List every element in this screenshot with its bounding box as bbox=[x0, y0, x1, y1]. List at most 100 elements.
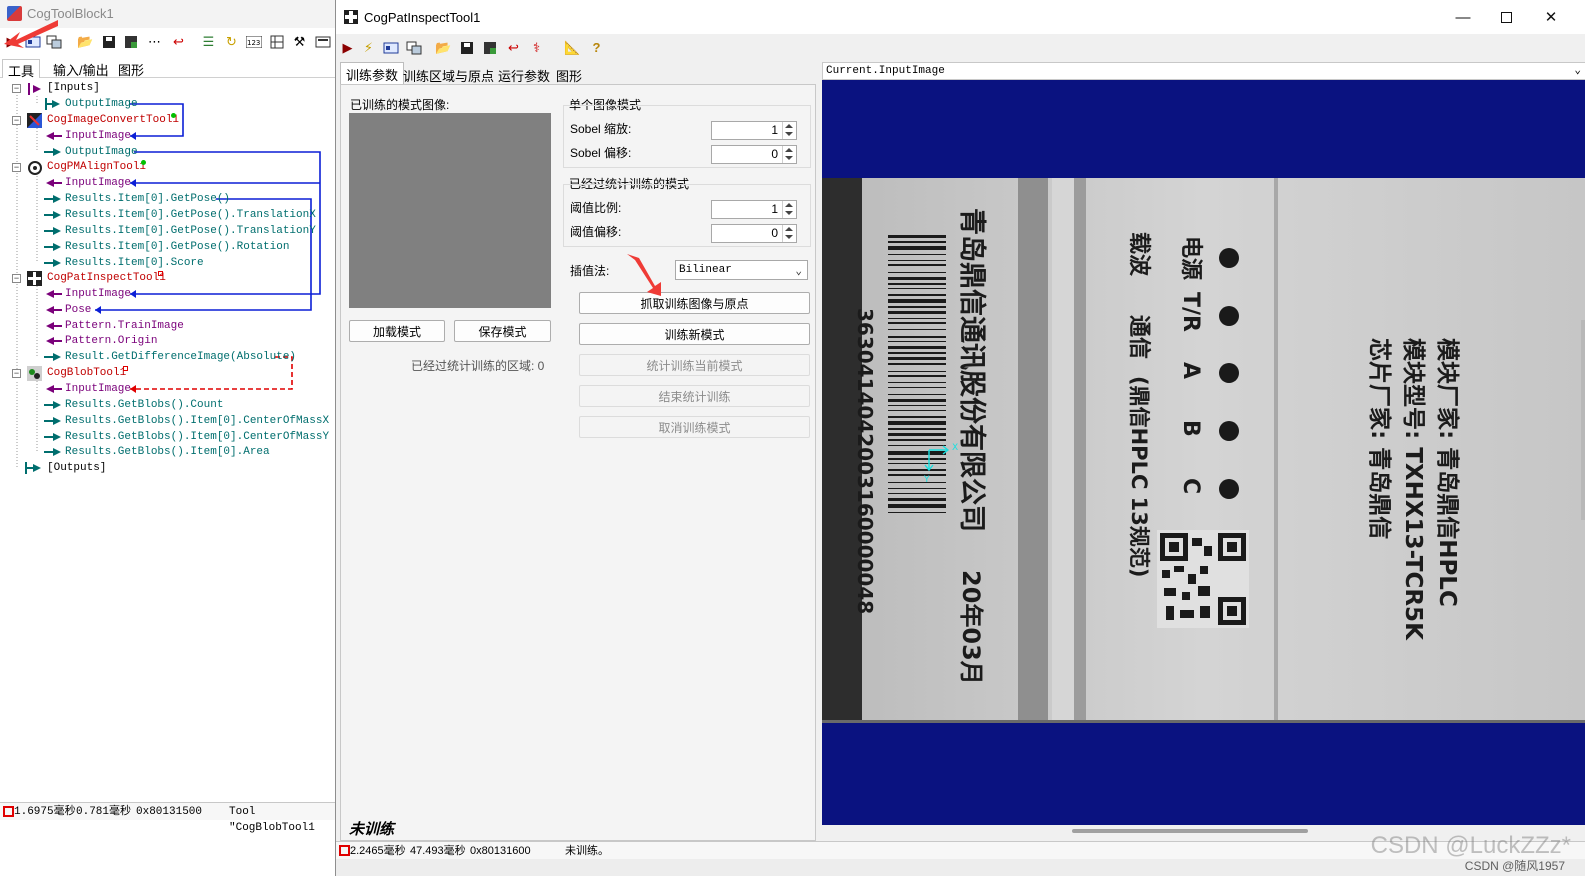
barcode-bar bbox=[888, 299, 946, 303]
save-pattern-button[interactable]: 保存模式 bbox=[454, 320, 551, 342]
horizontal-scrollbar[interactable] bbox=[1072, 829, 1308, 833]
tool-status-dot bbox=[141, 160, 146, 165]
image-display[interactable]: 青岛鼎信通讯股份有限公司 20年03月 36304140420031600000… bbox=[822, 80, 1585, 825]
reset-icon[interactable]: ↩ bbox=[170, 33, 187, 50]
node-blob-input-image[interactable]: InputImage bbox=[65, 382, 131, 397]
node-inputs[interactable]: [Inputs] bbox=[47, 81, 100, 96]
status-tool-time: 47.493毫秒 bbox=[410, 845, 466, 857]
run-icon[interactable]: ▶ bbox=[339, 39, 356, 56]
save-icon[interactable] bbox=[458, 39, 475, 56]
image-display-icon[interactable] bbox=[382, 39, 399, 56]
grid-icon[interactable] bbox=[268, 33, 285, 50]
close-button[interactable]: ✕ bbox=[1536, 6, 1566, 28]
node-pmalign-result-score[interactable]: Results.Item[0].Score bbox=[65, 256, 204, 271]
node-pmalign-tool[interactable]: CogPMAlignTool1 bbox=[47, 160, 146, 175]
wand-icon[interactable]: ⚕ bbox=[528, 39, 545, 56]
node-pmalign-result-rotation[interactable]: Results.Item[0].GetPose().Rotation bbox=[65, 240, 289, 255]
open-folder-icon[interactable]: 📂 bbox=[435, 39, 452, 56]
node-blob-com-y[interactable]: Results.GetBlobs().Item[0].CenterOfMassY bbox=[65, 430, 329, 445]
save-icon[interactable] bbox=[100, 33, 117, 50]
dots-icon[interactable]: ⋯ bbox=[146, 33, 163, 50]
threshold-offset-spinner[interactable]: 0 bbox=[711, 224, 797, 243]
display-mode-icon[interactable] bbox=[314, 33, 331, 50]
node-convert-input-image[interactable]: InputImage bbox=[65, 129, 131, 144]
train-new-pattern-button[interactable]: 训练新模式 bbox=[579, 323, 810, 345]
node-patinspect-pose[interactable]: Pose bbox=[65, 303, 91, 318]
spinner-arrows-icon[interactable] bbox=[782, 146, 796, 163]
node-pmalign-result-pose[interactable]: Results.Item[0].GetPose() bbox=[65, 192, 230, 207]
number-icon[interactable]: 123 bbox=[245, 33, 262, 50]
node-patinspect-tool[interactable]: CogPatInspectTool1 bbox=[47, 271, 166, 286]
spinner-arrows-icon[interactable] bbox=[782, 225, 796, 242]
image-tr-text: T/R bbox=[1178, 292, 1203, 332]
barcode-bar bbox=[888, 346, 946, 349]
interpolation-select[interactable]: Bilinear ⌄ bbox=[675, 260, 808, 280]
tab-tools[interactable]: 工具 bbox=[2, 59, 41, 79]
spinner-arrows-icon[interactable] bbox=[782, 201, 796, 218]
tools-icon[interactable]: ⚒ bbox=[291, 33, 308, 50]
save-settings-icon[interactable] bbox=[481, 39, 498, 56]
expander-inputs[interactable]: − bbox=[12, 84, 21, 93]
tab-graphics[interactable]: 图形 bbox=[113, 59, 149, 78]
patinspect-title-bar[interactable]: CogPatInspectTool1 — ✕ bbox=[336, 0, 1585, 34]
status-error-icon bbox=[339, 845, 350, 856]
node-inputs-output-image[interactable]: OutputImage bbox=[65, 97, 138, 112]
node-patinspect-origin[interactable]: Pattern.Origin bbox=[65, 334, 157, 349]
help-icon[interactable]: ? bbox=[588, 39, 605, 56]
float-display-icon[interactable] bbox=[405, 39, 422, 56]
tab-graphics[interactable]: 图形 bbox=[551, 64, 587, 84]
ruler-icon[interactable]: 📐 bbox=[564, 39, 581, 56]
open-folder-icon[interactable]: 📂 bbox=[77, 33, 94, 50]
electric-icon[interactable]: ⚡ bbox=[360, 39, 377, 56]
node-outputs[interactable]: [Outputs] bbox=[47, 461, 106, 476]
node-convert-output-image[interactable]: OutputImage bbox=[65, 145, 138, 160]
node-blob-count[interactable]: Results.GetBlobs().Count bbox=[65, 398, 223, 413]
expander-blob-tool[interactable]: − bbox=[12, 369, 21, 378]
tab-input-output[interactable]: 输入/输出 bbox=[48, 59, 114, 78]
node-blob-area[interactable]: Results.GetBlobs().Item[0].Area bbox=[65, 445, 270, 460]
maximize-button[interactable] bbox=[1491, 6, 1521, 28]
node-pmalign-input-image[interactable]: InputImage bbox=[65, 176, 131, 191]
watermark-big: CSDN @LuckZZz* bbox=[1370, 832, 1571, 859]
node-pmalign-result-tx[interactable]: Results.Item[0].GetPose().TranslationX bbox=[65, 208, 316, 223]
node-patinspect-difference-image[interactable]: Result.GetDifferenceImage(Absolute) bbox=[65, 350, 296, 365]
display-source-select[interactable]: Current.InputImage ⌄ bbox=[822, 62, 1585, 80]
barcode-bar bbox=[888, 445, 946, 446]
node-pmalign-result-ty[interactable]: Results.Item[0].GetPose().TranslationY bbox=[65, 224, 316, 239]
tab-run-params[interactable]: 运行参数 bbox=[493, 64, 555, 84]
expander-patinspect-tool[interactable]: − bbox=[12, 274, 21, 283]
spinner-arrows-icon[interactable] bbox=[782, 122, 796, 139]
barcode-bar bbox=[888, 382, 946, 383]
sobel-offset-spinner[interactable]: 0 bbox=[711, 145, 797, 164]
node-patinspect-input-image[interactable]: InputImage bbox=[65, 287, 131, 302]
grab-train-image-button[interactable]: 抓取训练图像与原点 bbox=[579, 292, 810, 314]
vertical-scrollbar[interactable] bbox=[1581, 320, 1585, 520]
node-image-convert-tool[interactable]: CogImageConvertTool1 bbox=[47, 113, 179, 128]
chevron-down-icon: ⌄ bbox=[795, 266, 802, 278]
sobel-scale-spinner[interactable]: 1 bbox=[711, 121, 797, 140]
status-message: Tool "CogBlobTool1 bbox=[229, 806, 315, 834]
database-icon[interactable]: ☰ bbox=[200, 33, 217, 50]
node-blob-tool[interactable]: CogBlobTool1 bbox=[47, 366, 126, 381]
barcode-bar bbox=[888, 311, 946, 314]
tab-train-region[interactable]: 训练区域与原点 bbox=[398, 64, 499, 84]
node-patinspect-train-image[interactable]: Pattern.TrainImage bbox=[65, 319, 184, 334]
threshold-ratio-spinner[interactable]: 1 bbox=[711, 200, 797, 219]
barcode-bar bbox=[888, 421, 946, 425]
stat-region-label: 已经过统计训练的区域: 0 bbox=[411, 359, 545, 373]
image-model-text: 模块型号: TXHX13-TCR5K bbox=[1400, 338, 1426, 641]
node-blob-com-x[interactable]: Results.GetBlobs().Item[0].CenterOfMassX bbox=[65, 414, 329, 429]
refresh-icon[interactable]: ↻ bbox=[223, 33, 240, 50]
expander-convert-tool[interactable]: − bbox=[12, 116, 21, 125]
tab-train-params[interactable]: 训练参数 bbox=[340, 62, 405, 84]
end-stat-train-button[interactable]: 结束统计训练 bbox=[579, 385, 810, 407]
status-tool-time: 0.781毫秒 bbox=[76, 806, 132, 818]
load-pattern-button[interactable]: 加载模式 bbox=[349, 320, 445, 342]
cancel-train-button[interactable]: 取消训练模式 bbox=[579, 416, 810, 438]
output-terminal-icon bbox=[44, 445, 61, 459]
expander-pmalign-tool[interactable]: − bbox=[12, 163, 21, 172]
minimize-button[interactable]: — bbox=[1448, 6, 1478, 28]
save-settings-icon[interactable] bbox=[122, 33, 139, 50]
reset-icon[interactable]: ↩ bbox=[505, 39, 522, 56]
stat-train-current-button[interactable]: 统计训练当前模式 bbox=[579, 354, 810, 376]
